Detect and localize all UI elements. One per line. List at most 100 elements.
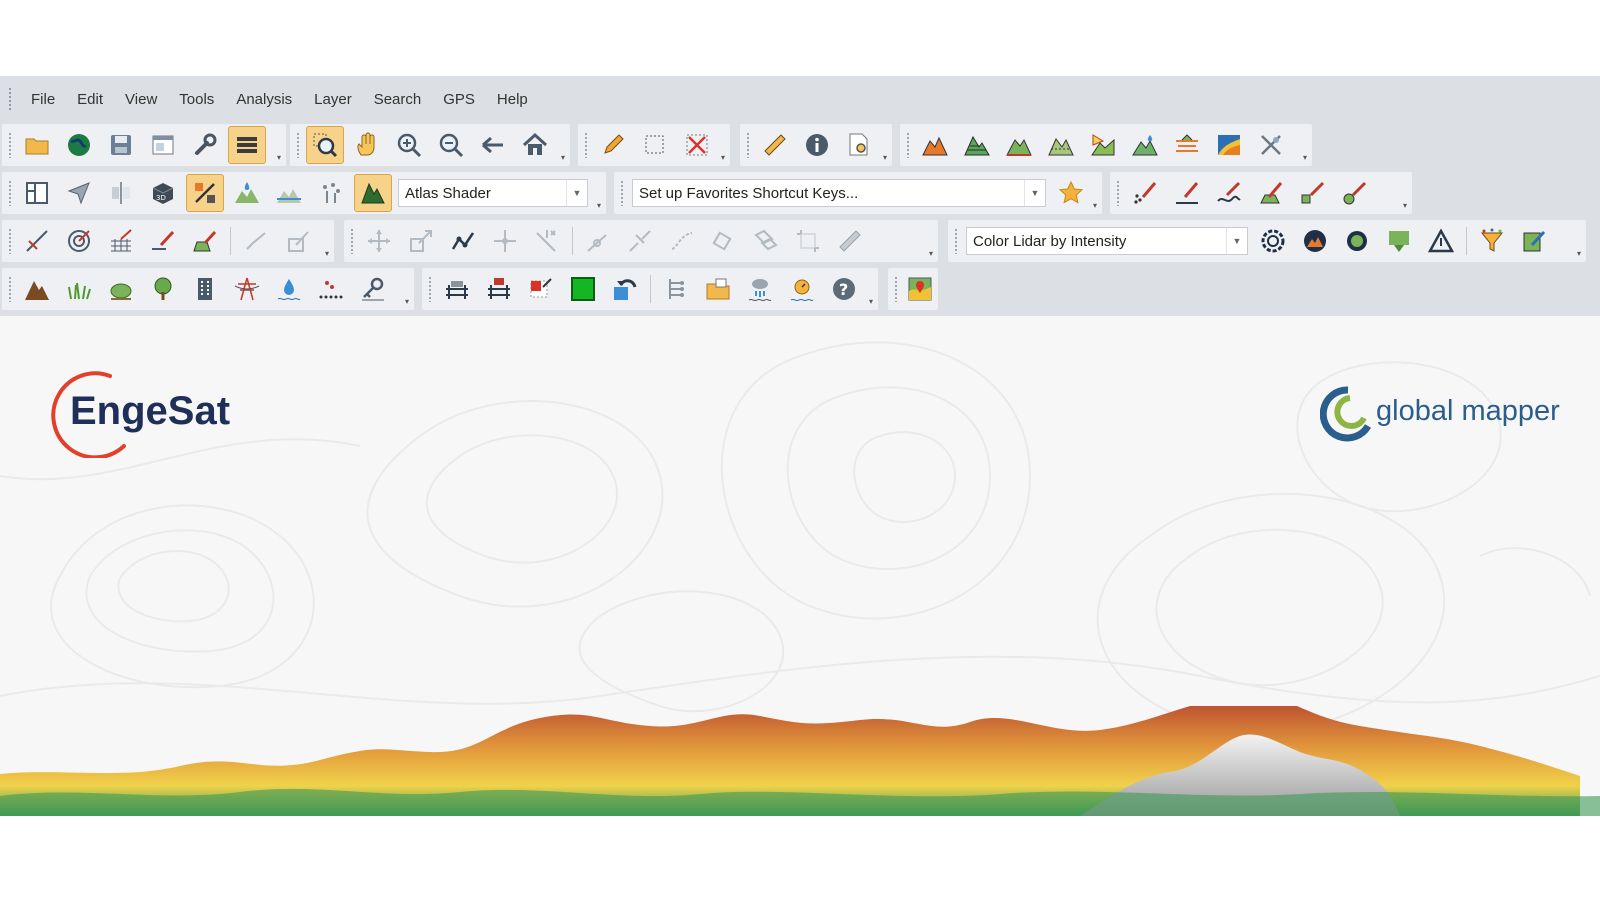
chevron-down-icon[interactable]: ▼ bbox=[1024, 180, 1045, 206]
menu-gps[interactable]: GPS bbox=[432, 91, 486, 108]
weather-icon[interactable] bbox=[741, 270, 779, 308]
target-icon[interactable] bbox=[60, 222, 98, 260]
water-drop-icon[interactable] bbox=[228, 174, 266, 212]
toolbar-overflow-icon[interactable]: ▾ bbox=[1574, 250, 1584, 258]
draw-brush-icon[interactable] bbox=[1294, 174, 1332, 212]
star-icon[interactable] bbox=[1052, 174, 1090, 212]
bridge-id-icon[interactable] bbox=[480, 270, 518, 308]
contour-icon[interactable] bbox=[1168, 126, 1206, 164]
resize-red-icon[interactable] bbox=[522, 270, 560, 308]
toolbar-overflow-icon[interactable]: ▾ bbox=[274, 154, 284, 162]
toolbar-grip[interactable] bbox=[428, 276, 432, 302]
toolbar-grip[interactable] bbox=[350, 228, 354, 254]
lidar-terrain-icon[interactable] bbox=[1296, 222, 1334, 260]
map-pin-icon[interactable] bbox=[903, 270, 936, 308]
move-vertex-icon[interactable] bbox=[486, 222, 524, 260]
toolbar-grip[interactable] bbox=[8, 276, 12, 302]
scale-icon[interactable] bbox=[402, 222, 440, 260]
toolbar-overflow-icon[interactable]: ▾ bbox=[866, 298, 876, 306]
grass-icon[interactable] bbox=[60, 270, 98, 308]
terrain-orange-icon[interactable] bbox=[916, 126, 954, 164]
toolbar-overflow-icon[interactable]: ▾ bbox=[594, 202, 604, 210]
rotate-icon[interactable] bbox=[705, 222, 743, 260]
draw-circle-icon[interactable] bbox=[1336, 174, 1374, 212]
toolbar-grip[interactable] bbox=[954, 228, 958, 254]
tree-icon[interactable] bbox=[144, 270, 182, 308]
edit-form-icon[interactable] bbox=[279, 222, 317, 260]
toolbar-overflow-icon[interactable]: ▾ bbox=[1090, 202, 1100, 210]
direction-icon[interactable] bbox=[60, 174, 98, 212]
info-icon[interactable] bbox=[798, 126, 836, 164]
check-line-icon[interactable] bbox=[237, 222, 275, 260]
triangle-icon[interactable] bbox=[1422, 222, 1460, 260]
water-level-icon[interactable] bbox=[270, 174, 308, 212]
lidar-filter-icon[interactable] bbox=[1380, 222, 1418, 260]
funnel-icon[interactable] bbox=[1473, 222, 1511, 260]
bridge-icon[interactable] bbox=[438, 270, 476, 308]
delete-vertex-icon[interactable] bbox=[528, 222, 566, 260]
sun-icon[interactable] bbox=[783, 270, 821, 308]
toolbar-grip[interactable] bbox=[584, 132, 588, 158]
water-icon[interactable] bbox=[270, 270, 308, 308]
map-canvas[interactable]: EngeSat global mapper bbox=[0, 316, 1600, 816]
power-line-icon[interactable] bbox=[228, 270, 266, 308]
measure-icon[interactable] bbox=[18, 222, 56, 260]
pencil-icon[interactable] bbox=[594, 126, 632, 164]
undo-blue-icon[interactable] bbox=[606, 270, 644, 308]
wrench-icon[interactable] bbox=[186, 126, 224, 164]
help-icon[interactable]: ? bbox=[825, 270, 863, 308]
terrain-flat-icon[interactable] bbox=[1000, 126, 1038, 164]
toolbar-grip[interactable] bbox=[620, 180, 624, 206]
ruler-pencil-icon[interactable] bbox=[831, 222, 869, 260]
chevron-down-icon[interactable]: ▼ bbox=[1226, 228, 1247, 254]
ground-icon[interactable] bbox=[18, 270, 56, 308]
toolbar-grip[interactable] bbox=[296, 132, 300, 158]
favorites-select[interactable]: Set up Favorites Shortcut Keys... ▼ bbox=[632, 179, 1046, 207]
menubar-grip[interactable] bbox=[8, 87, 12, 111]
copy-icon[interactable] bbox=[747, 222, 785, 260]
split-line-icon[interactable] bbox=[621, 222, 659, 260]
menu-view[interactable]: View bbox=[114, 91, 168, 108]
menu-file[interactable]: File bbox=[20, 91, 66, 108]
toolbar-overflow-icon[interactable]: ▾ bbox=[1300, 154, 1310, 162]
menu-help[interactable]: Help bbox=[486, 91, 539, 108]
draw-curve-icon[interactable] bbox=[1210, 174, 1248, 212]
menu-edit[interactable]: Edit bbox=[66, 91, 114, 108]
chevron-down-icon[interactable]: ▼ bbox=[566, 180, 587, 206]
menu-tools[interactable]: Tools bbox=[168, 91, 225, 108]
move-icon[interactable] bbox=[360, 222, 398, 260]
delete-x-icon[interactable] bbox=[678, 126, 716, 164]
folder-open-icon[interactable] bbox=[699, 270, 737, 308]
zoom-in-icon[interactable] bbox=[390, 126, 428, 164]
area-edit-icon[interactable] bbox=[186, 222, 224, 260]
map-layout-icon[interactable] bbox=[18, 174, 56, 212]
add-point-icon[interactable] bbox=[579, 222, 617, 260]
lidar-classify-icon[interactable] bbox=[312, 174, 350, 212]
search-doc-icon[interactable] bbox=[840, 126, 878, 164]
edit-note-icon[interactable] bbox=[1515, 222, 1553, 260]
percent-icon[interactable] bbox=[186, 174, 224, 212]
3d-view-icon[interactable]: 3D bbox=[144, 174, 182, 212]
crop-icon[interactable] bbox=[789, 222, 827, 260]
raster-map-icon[interactable] bbox=[1210, 126, 1248, 164]
toolbar-grip[interactable] bbox=[906, 132, 910, 158]
layers-icon[interactable] bbox=[228, 126, 266, 164]
back-arrow-icon[interactable] bbox=[474, 126, 512, 164]
bush-icon[interactable] bbox=[102, 270, 140, 308]
toolbar-overflow-icon[interactable]: ▾ bbox=[1400, 202, 1410, 210]
toolbar-overflow-icon[interactable]: ▾ bbox=[402, 298, 412, 306]
globe-icon[interactable] bbox=[60, 126, 98, 164]
pan-hand-icon[interactable] bbox=[348, 126, 386, 164]
grid-measure-icon[interactable] bbox=[102, 222, 140, 260]
toolbar-grip[interactable] bbox=[746, 132, 750, 158]
save-icon[interactable] bbox=[102, 126, 140, 164]
toolbar-grip[interactable] bbox=[894, 276, 898, 302]
watershed-icon[interactable] bbox=[1126, 126, 1164, 164]
lidar-color-select[interactable]: Color Lidar by Intensity ▼ bbox=[966, 227, 1248, 255]
terrain-green-icon[interactable] bbox=[958, 126, 996, 164]
open-folder-icon[interactable] bbox=[18, 126, 56, 164]
toolbar-grip[interactable] bbox=[1116, 180, 1120, 206]
draw-area-icon[interactable] bbox=[1252, 174, 1290, 212]
shader-icon[interactable] bbox=[354, 174, 392, 212]
split-icon[interactable] bbox=[102, 174, 140, 212]
